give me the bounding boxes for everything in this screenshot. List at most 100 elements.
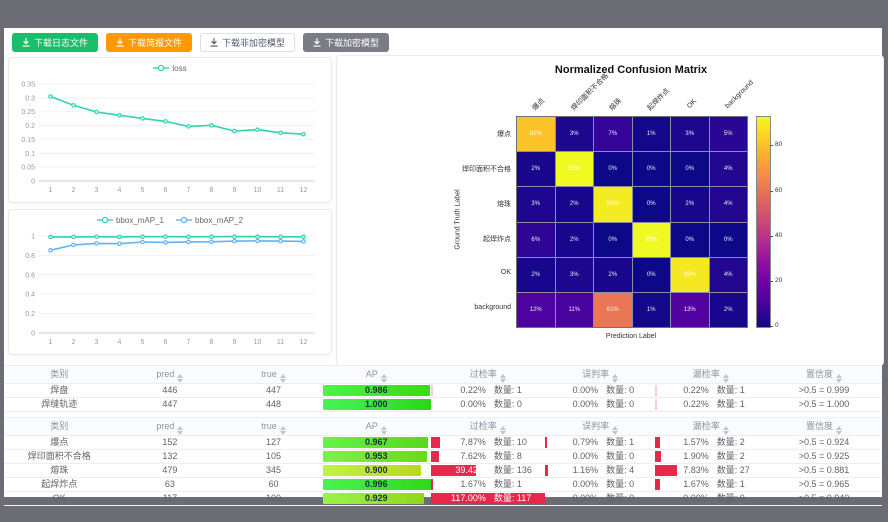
rate-count: 数量: 4 (598, 464, 655, 477)
cell-pred: 446 (115, 384, 226, 398)
sort-caret[interactable] (280, 426, 286, 435)
ap-value: 0.953 (323, 450, 430, 463)
svg-text:0.1: 0.1 (25, 151, 35, 158)
cell-over-rate: 117.00%数量: 117 (431, 492, 545, 506)
cell-pred: 479 (115, 464, 226, 478)
cell-true: 100 (225, 492, 322, 506)
column-header-AP[interactable]: AP (322, 418, 431, 436)
metrics-tables: 类别predtrueAP过检率误判率漏检率置信度焊盘4464470.9860.2… (4, 365, 882, 506)
cell-ap: 1.000 (322, 398, 431, 412)
column-header-置信度[interactable]: 置信度 (766, 418, 882, 436)
column-label: 置信度 (806, 421, 833, 431)
rate-count: 数量: 1 (709, 398, 766, 411)
download-unencrypted-model-button[interactable]: 下载非加密模型 (200, 33, 295, 52)
column-header-漏检率[interactable]: 漏检率 (655, 418, 766, 436)
download-icon (313, 38, 321, 47)
cell-miss-rate: 7.83%数量: 27 (655, 464, 766, 478)
cm-cell-2-1: 2% (556, 187, 594, 221)
column-header-pred[interactable]: pred (115, 418, 226, 436)
cell-confidence: >0.5 = 0.999 (766, 384, 882, 398)
legend-marker-icon (153, 64, 169, 72)
cm-cell-1-4: 0% (671, 152, 709, 186)
cm-row-label: 焊印面积不合格 (377, 164, 511, 174)
cm-cell-1-1: 93% (556, 152, 594, 186)
svg-text:1: 1 (31, 234, 35, 241)
button-label: 下载简报文件 (128, 36, 182, 49)
sort-caret[interactable] (612, 426, 618, 435)
sort-caret[interactable] (836, 426, 842, 435)
column-header-过检率[interactable]: 过检率 (431, 418, 545, 436)
download-report-button[interactable]: 下载简报文件 (106, 33, 192, 52)
cell-category: 爆点 (4, 436, 115, 450)
svg-text:0.6: 0.6 (25, 272, 35, 279)
column-header-置信度[interactable]: 置信度 (766, 366, 882, 384)
legend-item-bbox_mAP_2[interactable]: bbox_mAP_2 (176, 216, 243, 225)
rate-count: 数量: 1 (486, 384, 545, 397)
cm-col-label: OK (686, 98, 698, 110)
svg-text:0.8: 0.8 (25, 253, 35, 260)
legend-item-loss[interactable]: loss (153, 64, 186, 73)
column-header-true[interactable]: true (225, 366, 322, 384)
column-label: AP (366, 369, 378, 379)
column-header-pred[interactable]: pred (115, 366, 226, 384)
ap-value: 0.929 (323, 492, 430, 505)
column-label: pred (156, 369, 174, 379)
table-row: 起焊炸点63600.9961.67%数量: 10.00%数量: 01.67%数量… (4, 478, 882, 492)
download-encrypted-model-button[interactable]: 下载加密模型 (303, 33, 389, 52)
column-header-漏检率[interactable]: 漏检率 (655, 366, 766, 384)
rate-value: 117.00% (431, 492, 486, 505)
svg-text:12: 12 (300, 339, 308, 346)
cm-cell-0-0: 81% (517, 117, 555, 151)
sort-caret[interactable] (381, 426, 387, 435)
legend-label: bbox_mAP_1 (116, 216, 164, 225)
rate-value: 0.00% (545, 398, 598, 411)
button-label: 下载非加密模型 (222, 36, 285, 49)
sort-caret[interactable] (836, 374, 842, 383)
ap-value: 1.000 (323, 398, 430, 411)
cell-pred: 63 (115, 478, 226, 492)
cm-cell-4-0: 2% (517, 258, 555, 292)
download-log-button[interactable]: 下载日志文件 (12, 33, 98, 52)
sort-caret[interactable] (500, 426, 506, 435)
svg-text:9: 9 (233, 339, 237, 346)
column-header-过检率[interactable]: 过检率 (431, 366, 545, 384)
rate-count: 数量: 1 (486, 478, 545, 491)
download-icon (22, 38, 30, 47)
cell-misjudge-rate: 0.00%数量: 0 (545, 384, 656, 398)
rate-value: 0.00% (545, 492, 598, 505)
sort-caret[interactable] (612, 374, 618, 383)
svg-text:3: 3 (95, 339, 99, 346)
sort-caret[interactable] (500, 374, 506, 383)
column-header-误判率[interactable]: 误判率 (545, 418, 656, 436)
sort-caret[interactable] (177, 426, 183, 435)
column-header-true[interactable]: true (225, 418, 322, 436)
cm-cell-2-0: 3% (517, 187, 555, 221)
sort-caret[interactable] (723, 374, 729, 383)
cell-over-rate: 7.62%数量: 8 (431, 450, 545, 464)
column-header-误判率[interactable]: 误判率 (545, 366, 656, 384)
rate-count: 数量: 8 (486, 450, 545, 463)
map-chart-legend[interactable]: bbox_mAP_1 bbox_mAP_2 (9, 210, 331, 230)
sort-caret[interactable] (723, 426, 729, 435)
sort-caret[interactable] (177, 374, 183, 383)
rate-value: 1.16% (545, 464, 598, 477)
loss-chart-legend[interactable]: loss (9, 58, 331, 78)
cm-cell-2-3: 0% (633, 187, 671, 221)
sort-caret[interactable] (280, 374, 286, 383)
legend-label: bbox_mAP_2 (195, 216, 243, 225)
column-header-AP[interactable]: AP (322, 366, 431, 384)
legend-item-bbox_mAP_1[interactable]: bbox_mAP_1 (97, 216, 164, 225)
cm-cell-4-2: 2% (594, 258, 632, 292)
rate-count: 数量: 0 (598, 450, 655, 463)
cm-cell-2-2: 90% (594, 187, 632, 221)
table-row: 焊盘4464470.9860.22%数量: 10.00%数量: 00.22%数量… (4, 384, 882, 398)
svg-text:0.05: 0.05 (21, 165, 35, 172)
cell-over-rate: 1.67%数量: 1 (431, 478, 545, 492)
svg-text:0.35: 0.35 (21, 82, 35, 89)
sort-caret[interactable] (381, 374, 387, 383)
button-label: 下载加密模型 (325, 36, 379, 49)
toolbar: 下载日志文件 下载简报文件 下载非加密模型 下载加密模型 (12, 33, 389, 52)
svg-text:0.2: 0.2 (25, 311, 35, 318)
cm-cell-2-5: 4% (710, 187, 748, 221)
cell-pred: 447 (115, 398, 226, 412)
